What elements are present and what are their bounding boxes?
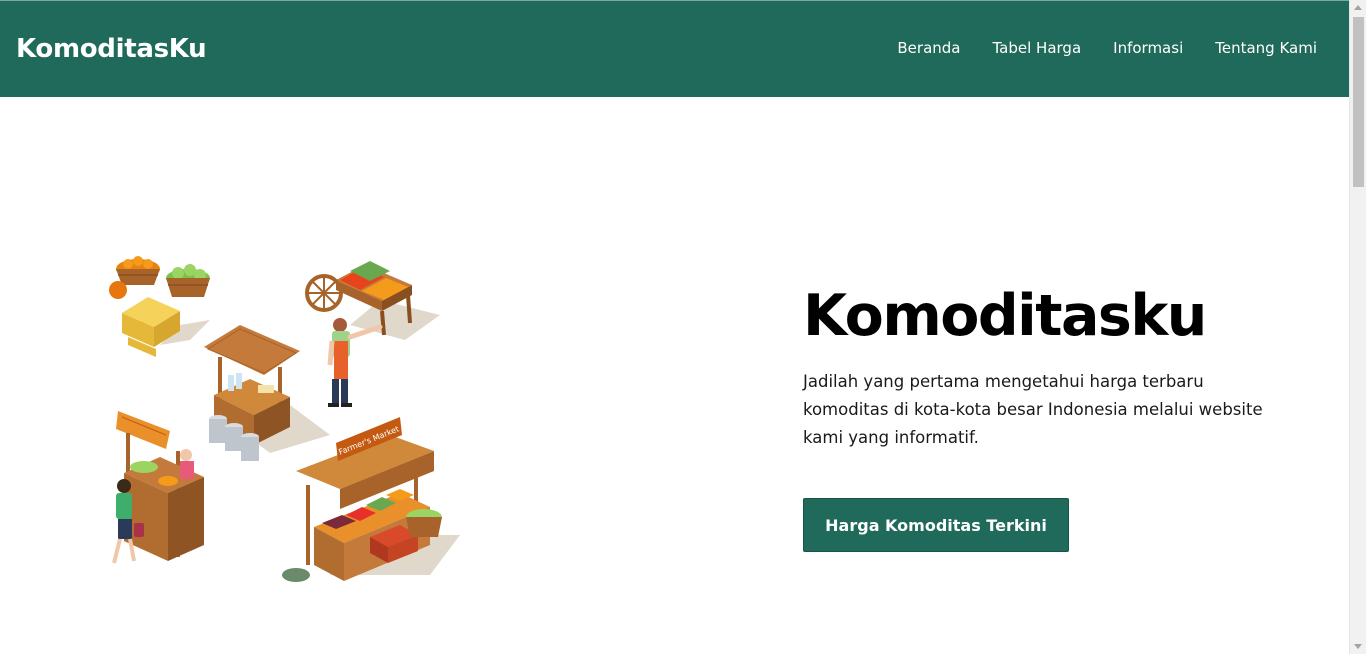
hero-title: Komoditasku <box>803 283 1207 349</box>
hay-bale-icon <box>122 297 180 357</box>
browser-viewport: KomoditasKu Beranda Tabel Harga Informas… <box>0 0 1366 654</box>
scroll-thumb[interactable] <box>1353 17 1364 187</box>
nav-links: Beranda Tabel Harga Informasi Tentang Ka… <box>897 39 1317 57</box>
scroll-down-arrow-icon[interactable] <box>1354 644 1362 649</box>
brand-logo[interactable]: KomoditasKu <box>16 34 207 64</box>
vertical-scrollbar[interactable] <box>1349 0 1366 654</box>
page: KomoditasKu Beranda Tabel Harga Informas… <box>0 0 1349 654</box>
hero-text: Komoditasku Jadilah yang pertama mengeta… <box>803 282 1273 452</box>
cabbage-basket-icon <box>166 264 210 297</box>
scroll-up-arrow-icon[interactable] <box>1354 5 1362 10</box>
farmer-icon <box>327 318 383 407</box>
cta-harga-komoditas-button[interactable]: Harga Komoditas Terkini <box>803 498 1069 552</box>
nav-link-tabel-harga[interactable]: Tabel Harga <box>993 39 1082 57</box>
navbar: KomoditasKu Beranda Tabel Harga Informas… <box>0 0 1349 97</box>
orange-basket-icon <box>109 256 160 299</box>
hero-description: Jadilah yang pertama mengetahui harga te… <box>803 372 1263 447</box>
nav-link-tentang-kami[interactable]: Tentang Kami <box>1215 39 1317 57</box>
nav-link-informasi[interactable]: Informasi <box>1113 39 1183 57</box>
nav-link-beranda[interactable]: Beranda <box>897 39 960 57</box>
market-illustration: Farmer's Market <box>100 245 465 595</box>
fruit-stall-icon <box>112 411 204 564</box>
